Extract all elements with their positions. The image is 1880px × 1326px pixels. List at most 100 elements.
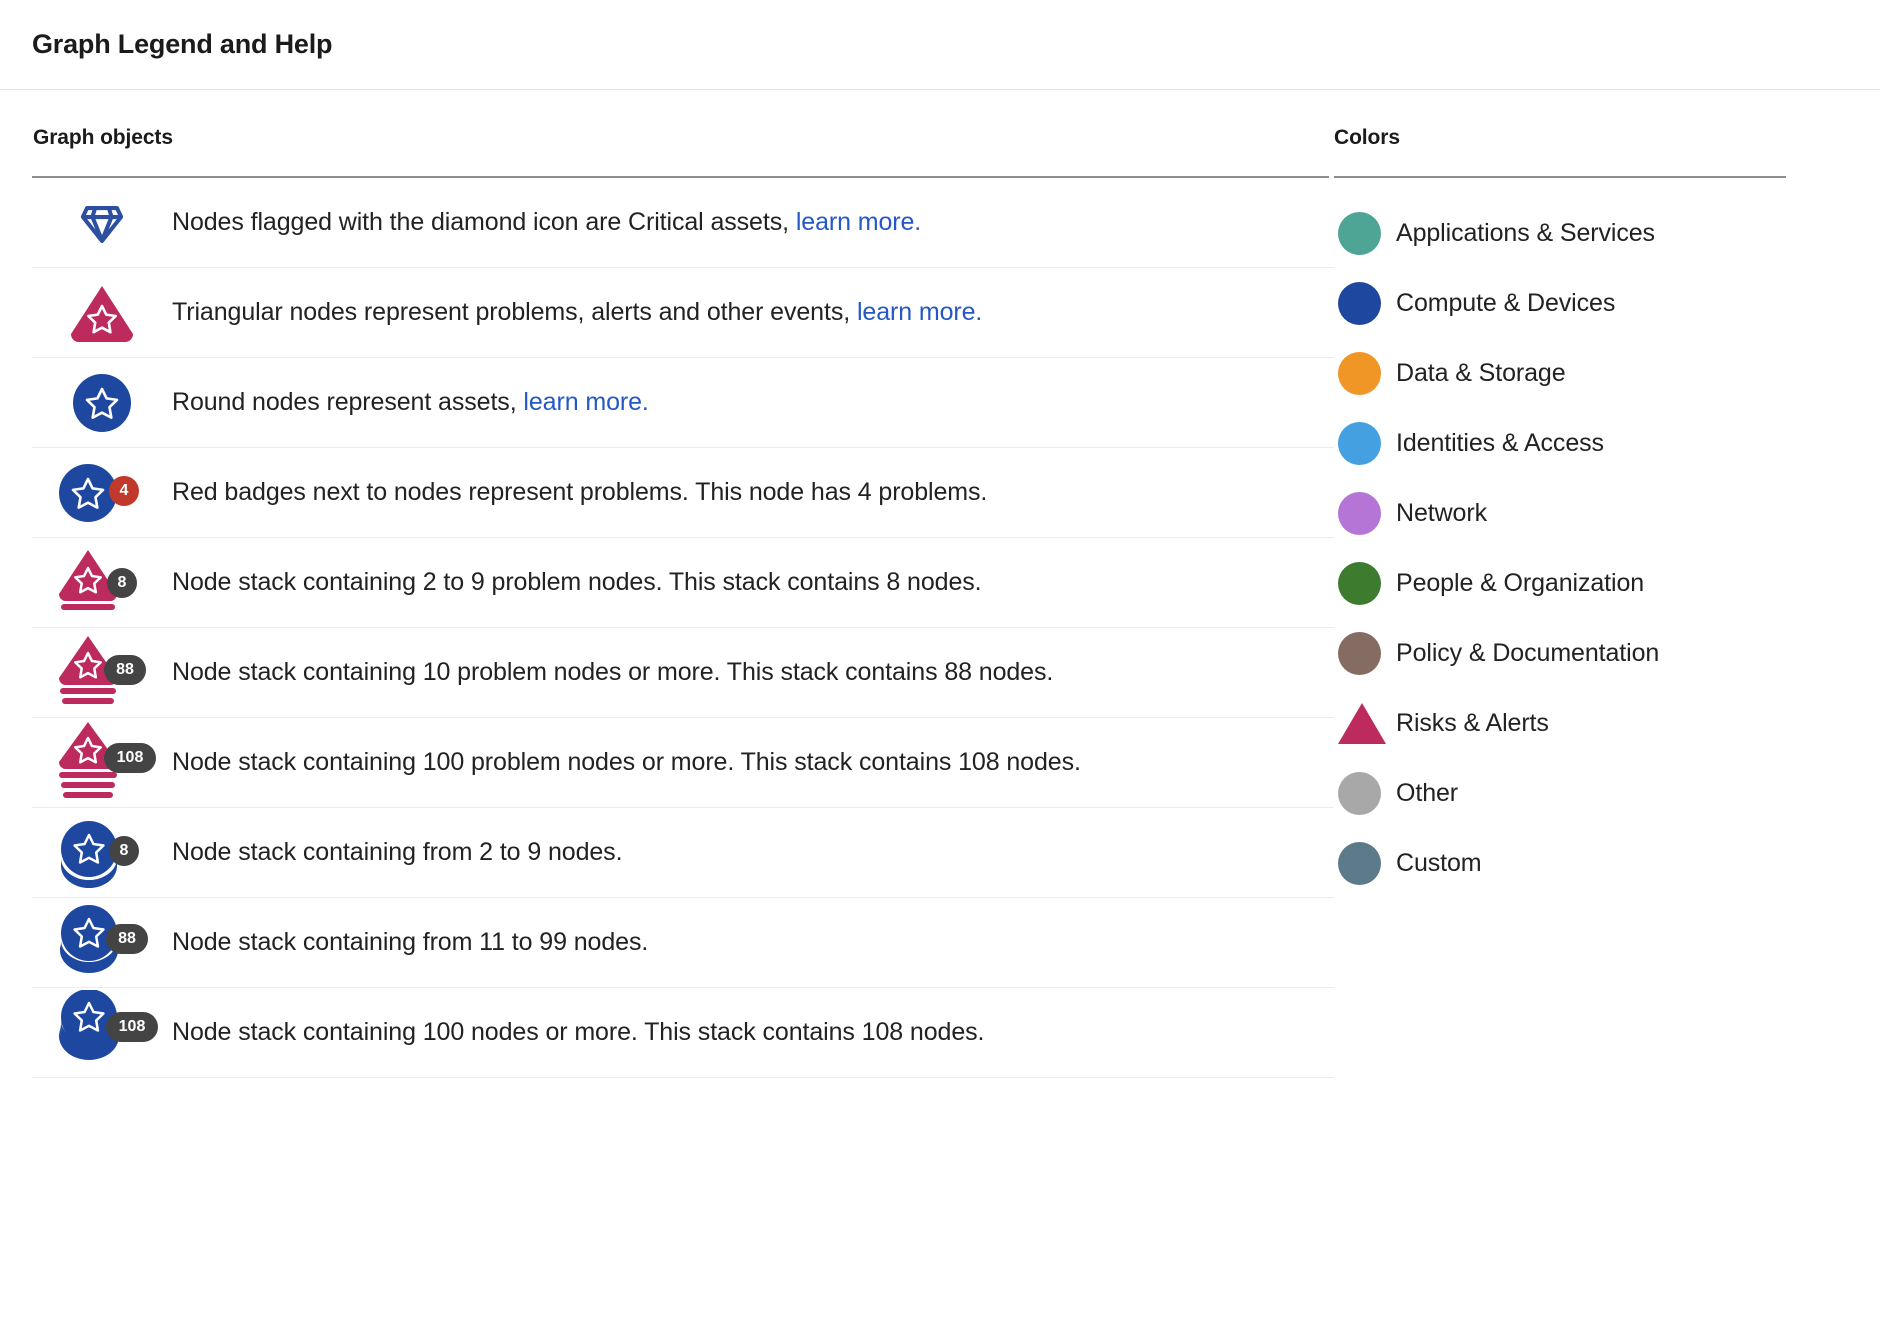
stack-count-badge: 88	[104, 654, 146, 685]
learn-more-link[interactable]: learn more.	[523, 388, 648, 416]
policy-documentation-swatch-icon	[1338, 631, 1381, 675]
glyph-wrap: 108	[47, 720, 157, 806]
learn-more-link[interactable]: learn more.	[857, 298, 982, 326]
graph-objects-section: Graph objects Nodes flagged with the dia…	[32, 126, 1334, 1078]
color-legend-label: Data & Storage	[1396, 358, 1566, 387]
legend-row-circle-stack-large: 108 Node stack containing 100 nodes or m…	[32, 988, 1334, 1078]
other-swatch-icon	[1338, 771, 1381, 815]
legend-row-text: Node stack containing from 11 to 99 node…	[172, 926, 648, 959]
legend-row-text: Red badges next to nodes represent probl…	[172, 476, 987, 509]
legend-row-text-main: Node stack containing from 11 to 99 node…	[172, 928, 649, 957]
asset-round-node-icon	[32, 360, 172, 446]
critical-asset-diamond-icon	[32, 180, 172, 266]
risks-alerts-swatch-icon	[1338, 702, 1386, 744]
color-legend-item: Applications & Services	[1334, 198, 1850, 268]
triangle-stack-small-icon: 8	[32, 540, 172, 626]
color-legend-item: Identities & Access	[1334, 408, 1850, 478]
stack-count-badge: 108	[104, 742, 156, 773]
legend-row-text: Round nodes represent assets, learn more…	[172, 386, 649, 419]
color-swatch-cell	[1334, 631, 1396, 675]
color-swatch-cell	[1334, 281, 1396, 325]
compute-devices-swatch-icon	[1338, 281, 1381, 325]
legend-row-text-main: Node stack containing 2 to 9 problem nod…	[172, 568, 982, 597]
triangle-stack-medium-icon: 88	[32, 630, 172, 716]
stack-count-badge: 8	[107, 567, 137, 598]
problem-count-badge: 4	[109, 475, 139, 506]
glyph-wrap: 108	[47, 989, 158, 1076]
color-swatch-cell	[1334, 702, 1396, 744]
graph-objects-heading: Graph objects	[33, 126, 173, 149]
custom-swatch-icon	[1338, 841, 1381, 885]
color-swatch-cell	[1334, 561, 1396, 605]
page-title: Graph Legend and Help	[32, 29, 333, 59]
colors-divider	[1334, 176, 1786, 178]
color-legend-item: Compute & Devices	[1334, 268, 1850, 338]
glyph-wrap: 88	[47, 900, 157, 986]
color-legend-label: People & Organization	[1396, 568, 1645, 597]
legend-row-text-main: Node stack containing from 2 to 9 nodes.	[172, 838, 623, 867]
color-legend-item: People & Organization	[1334, 548, 1850, 618]
color-legend-item: Risks & Alerts	[1334, 688, 1850, 758]
dialog-header: Graph Legend and Help	[0, 0, 1880, 90]
stack-count-badge: 88	[106, 923, 148, 954]
legend-row-critical-asset: Nodes flagged with the diamond icon are …	[32, 178, 1334, 268]
legend-row-text: Node stack containing 100 nodes or more.…	[172, 1016, 984, 1049]
dialog-body: Graph objects Nodes flagged with the dia…	[0, 90, 1880, 1078]
legend-row-text: Triangular nodes represent problems, ale…	[172, 296, 982, 329]
color-legend-label: Identities & Access	[1396, 428, 1604, 457]
color-swatch-cell	[1334, 211, 1396, 255]
applications-services-swatch-icon	[1338, 211, 1381, 255]
legend-row-asset-round: Round nodes represent assets, learn more…	[32, 358, 1334, 448]
legend-row-problem-triangle: Triangular nodes represent problems, ale…	[32, 268, 1334, 358]
color-swatch-cell	[1334, 351, 1396, 395]
color-legend-label: Policy & Documentation	[1396, 638, 1660, 667]
color-legend-item: Network	[1334, 478, 1850, 548]
legend-row-text-main: Red badges next to nodes represent probl…	[172, 478, 988, 507]
color-swatch-cell	[1334, 841, 1396, 885]
color-swatch-cell	[1334, 771, 1396, 815]
color-legend-item: Policy & Documentation	[1334, 618, 1850, 688]
color-legend-item: Custom	[1334, 828, 1850, 898]
glyph-wrap: 8	[47, 810, 157, 896]
color-legend-label: Network	[1396, 498, 1487, 527]
legend-row-text-main: Round nodes represent assets,	[172, 388, 517, 417]
legend-row-text-main: Nodes flagged with the diamond icon are …	[172, 208, 789, 237]
data-storage-swatch-icon	[1338, 351, 1381, 395]
circle-stack-small-icon: 8	[32, 810, 172, 896]
legend-row-red-badge: 4 Red badges next to nodes represent pro…	[32, 448, 1334, 538]
learn-more-link[interactable]: learn more.	[796, 208, 921, 236]
circle-stack-large-icon: 108	[32, 989, 172, 1076]
legend-row-text-main: Node stack containing 10 problem nodes o…	[172, 658, 1054, 687]
legend-row-text: Node stack containing 100 problem nodes …	[172, 746, 1081, 779]
legend-row-text: Node stack containing from 2 to 9 nodes.	[172, 836, 623, 869]
glyph-wrap: 4	[47, 450, 157, 536]
color-legend-label: Risks & Alerts	[1396, 708, 1549, 737]
circle-stack-medium-icon: 88	[32, 900, 172, 986]
identities-access-swatch-icon	[1338, 421, 1381, 465]
problem-triangle-node-icon	[32, 270, 172, 356]
color-legend-label: Applications & Services	[1396, 218, 1655, 247]
legend-row-triangle-stack-medium: 88 Node stack containing 10 problem node…	[32, 628, 1334, 718]
stack-count-badge: 8	[109, 835, 139, 866]
colors-heading: Colors	[1334, 126, 1400, 149]
color-legend-label: Custom	[1396, 848, 1482, 877]
stack-count-badge: 108	[106, 1011, 158, 1042]
color-legend-item: Data & Storage	[1334, 338, 1850, 408]
legend-row-text-main: Node stack containing 100 nodes or more.…	[172, 1018, 985, 1047]
colors-section: Colors Applications & Services Compute &…	[1334, 126, 1850, 1078]
glyph-wrap: 88	[47, 630, 157, 716]
legend-row-text: Node stack containing 2 to 9 problem nod…	[172, 566, 982, 599]
legend-row-text: Node stack containing 10 problem nodes o…	[172, 656, 1053, 689]
legend-row-circle-stack-small: 8 Node stack containing from 2 to 9 node…	[32, 808, 1334, 898]
network-swatch-icon	[1338, 491, 1381, 535]
color-legend-label: Other	[1396, 778, 1459, 807]
legend-row-triangle-stack-small: 8 Node stack containing 2 to 9 problem n…	[32, 538, 1334, 628]
color-swatch-cell	[1334, 491, 1396, 535]
legend-row-circle-stack-medium: 88 Node stack containing from 11 to 99 n…	[32, 898, 1334, 988]
color-swatch-cell	[1334, 421, 1396, 465]
legend-row-triangle-stack-large: 108 Node stack containing 100 problem no…	[32, 718, 1334, 808]
glyph-wrap: 8	[47, 540, 157, 626]
triangle-stack-large-icon: 108	[32, 720, 172, 806]
legend-row-text-main: Node stack containing 100 problem nodes …	[172, 748, 1081, 777]
legend-row-text: Nodes flagged with the diamond icon are …	[172, 206, 921, 239]
